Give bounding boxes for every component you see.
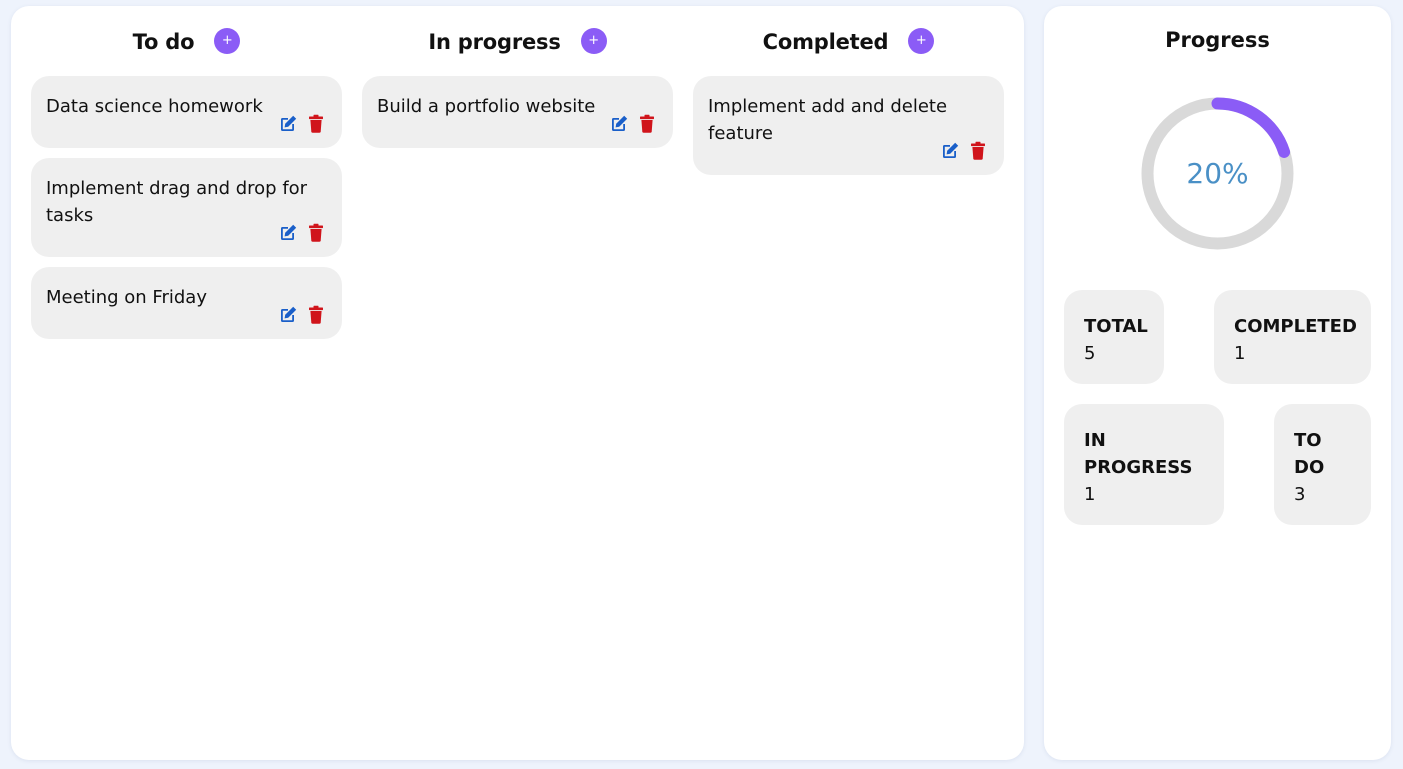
- stat-value: 5: [1084, 343, 1096, 364]
- trash-icon[interactable]: [637, 114, 657, 134]
- stat-label: COMPLETED: [1234, 316, 1357, 337]
- stat-value: 1: [1084, 484, 1096, 505]
- progress-percent: 20%: [1186, 157, 1249, 190]
- column-header: To do +: [31, 6, 342, 76]
- task-card[interactable]: Build a portfolio website: [362, 76, 673, 148]
- add-task-button[interactable]: +: [580, 28, 607, 54]
- column-title: In progress: [428, 30, 561, 54]
- edit-icon[interactable]: [940, 141, 960, 161]
- stat-label: TOTAL: [1084, 316, 1148, 337]
- edit-icon[interactable]: [278, 223, 298, 243]
- stat-total: TOTAL 5: [1064, 290, 1164, 384]
- task-card[interactable]: Data science homework: [31, 76, 342, 148]
- edit-icon[interactable]: [278, 114, 298, 134]
- trash-icon[interactable]: [306, 223, 326, 243]
- stat-value: 1: [1234, 343, 1246, 364]
- column-header: In progress +: [362, 6, 673, 76]
- trash-icon[interactable]: [306, 114, 326, 134]
- add-task-button[interactable]: +: [908, 28, 935, 54]
- trash-icon[interactable]: [968, 141, 988, 161]
- task-card[interactable]: Implement add and delete feature: [693, 76, 1004, 175]
- stat-completed: COMPLETED 1: [1214, 290, 1371, 384]
- column-header: Completed +: [693, 6, 1004, 76]
- stat-in-progress: IN PROGRESS 1: [1064, 404, 1224, 525]
- column-title: To do: [132, 30, 195, 54]
- column-completed: Completed + Implement add and delete fea…: [693, 6, 1004, 185]
- task-text: Implement add and delete feature: [708, 96, 948, 144]
- progress-ring: 20%: [1140, 96, 1295, 251]
- column-title: Completed: [762, 30, 889, 54]
- edit-icon[interactable]: [609, 114, 629, 134]
- task-board: To do + Data science homework Implement …: [11, 6, 1024, 760]
- stat-label: TO DO: [1294, 430, 1325, 478]
- column-todo: To do + Data science homework Implement …: [31, 6, 342, 349]
- edit-icon[interactable]: [278, 305, 298, 325]
- stat-todo: TO DO 3: [1274, 404, 1371, 525]
- panel-title: Progress: [1165, 28, 1270, 52]
- add-task-button[interactable]: +: [214, 28, 241, 54]
- stat-label: IN PROGRESS: [1084, 430, 1193, 478]
- column-in-progress: In progress + Build a portfolio website: [362, 6, 673, 158]
- task-text: Implement drag and drop for tasks: [46, 178, 308, 226]
- task-card[interactable]: Meeting on Friday: [31, 267, 342, 339]
- task-card[interactable]: Implement drag and drop for tasks: [31, 158, 342, 257]
- stat-value: 3: [1294, 484, 1306, 505]
- trash-icon[interactable]: [306, 305, 326, 325]
- progress-panel: Progress 20% TOTAL 5 COMPLETED 1 IN PROG…: [1044, 6, 1391, 760]
